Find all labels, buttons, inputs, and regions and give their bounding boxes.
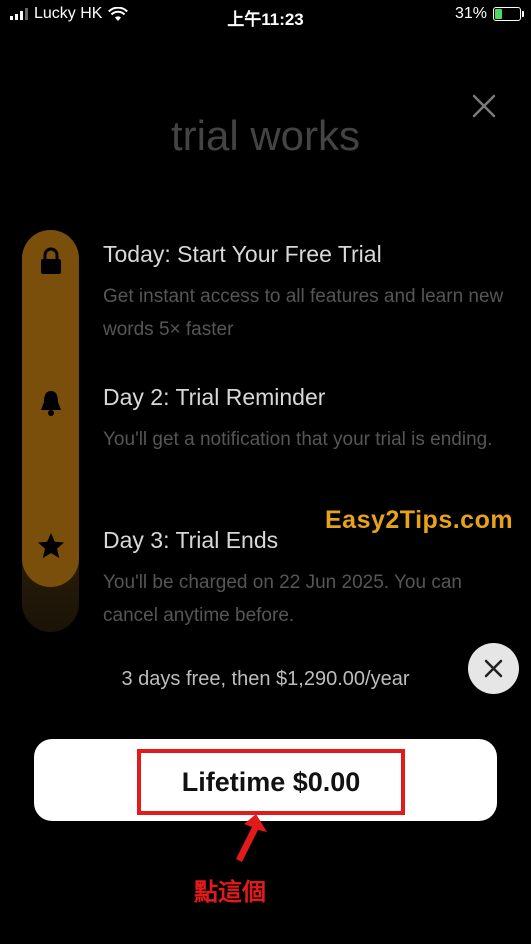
page-heading: trial works <box>0 108 531 156</box>
star-icon <box>38 533 64 558</box>
clock: 上午11:23 <box>227 10 304 29</box>
arrow-icon <box>236 814 267 862</box>
heading-text: trial works <box>170 112 361 156</box>
annotation-text: 點這個 <box>194 879 266 906</box>
lock-icon <box>41 247 61 274</box>
battery-icon <box>493 7 524 21</box>
step-3-title: Day 3: Trial Ends <box>103 527 279 553</box>
watermark: Easy2Tips.com <box>325 506 514 534</box>
status-bar: Lucky HK 上午11:23 31% <box>0 0 531 30</box>
bell-icon <box>41 391 61 416</box>
step-3-description: You'll be charged on 22 Jun 2025. You ca… <box>103 572 462 626</box>
cta-label: Lifetime $0.00 <box>181 766 361 797</box>
step-1-description: Get instant access to all features and l… <box>103 286 504 340</box>
battery-level <box>495 9 502 19</box>
step-1-title: Today: Start Your Free Trial <box>103 241 382 267</box>
price-text: 3 days free, then $1,290.00/year <box>121 668 410 690</box>
step-2-title: Day 2: Trial Reminder <box>103 384 326 410</box>
step-2-description: You'll get a notification that your tria… <box>103 429 493 450</box>
battery-percent: 31% <box>454 5 487 22</box>
status-right: 31% <box>454 5 524 23</box>
